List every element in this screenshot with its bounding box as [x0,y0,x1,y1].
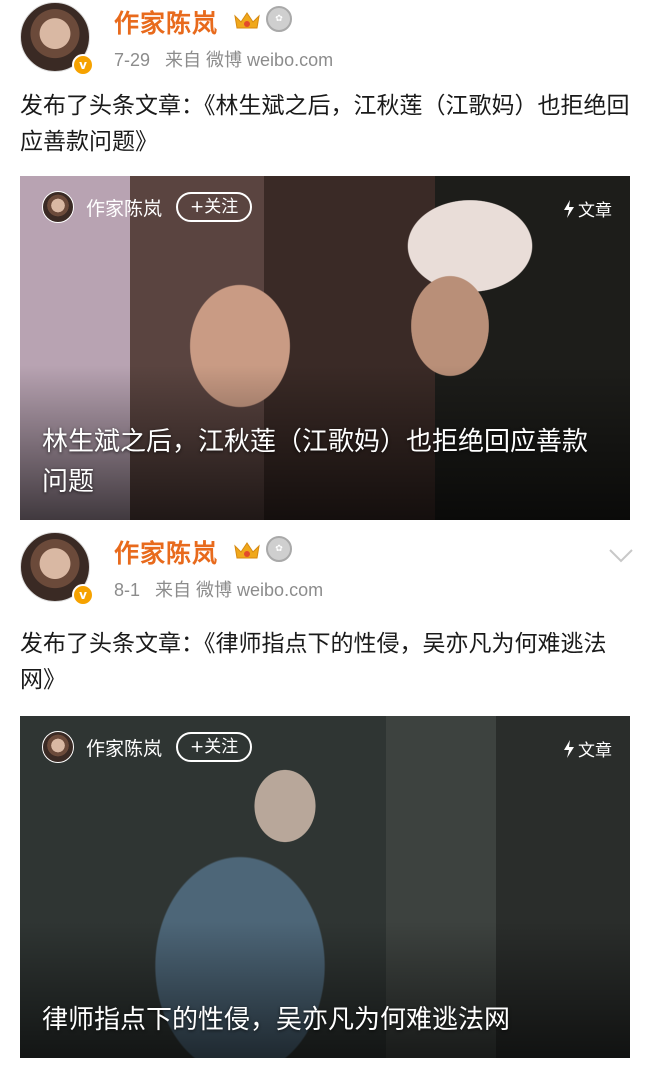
card-author-row: 作家陈岚 +关注 [42,190,253,224]
follow-button[interactable]: +关注 [176,732,253,762]
level-medal-icon[interactable]: ✿ [266,6,292,32]
post-source: 来自 微博 weibo.com [155,580,324,600]
post-text: 发布了头条文章：《林生斌之后，江秋莲（江歌妈）也拒绝回应善款问题》 [20,93,630,155]
article-card[interactable]: 作家陈岚 +关注 文章 律师指点下的性侵，吴亦凡为何难逃法网 [20,716,630,1058]
level-medal-icon[interactable]: ✿ [266,536,292,562]
post-date[interactable]: 7-29 [114,50,150,70]
post-text: 发布了头条文章：《律师指点下的性侵，吴亦凡为何难逃法网》 [20,631,607,693]
verified-badge-icon: v [72,54,94,76]
post-source: 来自 微博 weibo.com [165,50,334,70]
crown-icon[interactable] [232,8,262,32]
verified-badge-icon: v [72,584,94,606]
weibo-post: v 作家陈岚 ✿ 7-29 来自 微博 weibo.com 发布了头条文章：《林… [0,0,650,530]
card-author-row: 作家陈岚 +关注 [42,730,253,764]
card-author-name[interactable]: 作家陈岚 [86,194,162,221]
weibo-post: v 作家陈岚 ✿ 8-1 来自 微博 weibo.com 发布了头条文章：《律师… [0,530,650,1076]
card-type-text: 文章 [578,741,612,761]
post-meta: 8-1 来自 微博 weibo.com [114,576,333,602]
article-card[interactable]: 作家陈岚 +关注 文章 林生斌之后，江秋莲（江歌妈）也拒绝回应善款问题 [20,176,630,520]
post-header: v 作家陈岚 ✿ 8-1 来自 微博 weibo.com [20,530,640,610]
author-name[interactable]: 作家陈岚 [114,4,218,40]
card-type-label: 文章 [563,196,612,221]
card-type-label: 文章 [563,736,612,761]
bolt-icon [564,199,574,218]
avatar-wrapper[interactable]: v [20,2,94,76]
post-date[interactable]: 8-1 [114,580,140,600]
post-header: v 作家陈岚 ✿ 7-29 来自 微博 weibo.com [20,0,640,80]
follow-button[interactable]: +关注 [176,192,253,222]
card-type-text: 文章 [578,201,612,221]
article-title[interactable]: 律师指点下的性侵，吴亦凡为何难逃法网 [42,1000,608,1040]
card-avatar[interactable] [42,191,74,223]
avatar-wrapper[interactable]: v [20,532,94,606]
card-author-name[interactable]: 作家陈岚 [86,734,162,761]
post-meta: 7-29 来自 微博 weibo.com [114,46,343,72]
author-name[interactable]: 作家陈岚 [114,534,218,570]
article-title[interactable]: 林生斌之后，江秋莲（江歌妈）也拒绝回应善款问题 [42,422,608,502]
chevron-down-icon[interactable] [608,548,634,564]
crown-icon[interactable] [232,538,262,562]
card-avatar[interactable] [42,731,74,763]
bolt-icon [564,739,574,758]
